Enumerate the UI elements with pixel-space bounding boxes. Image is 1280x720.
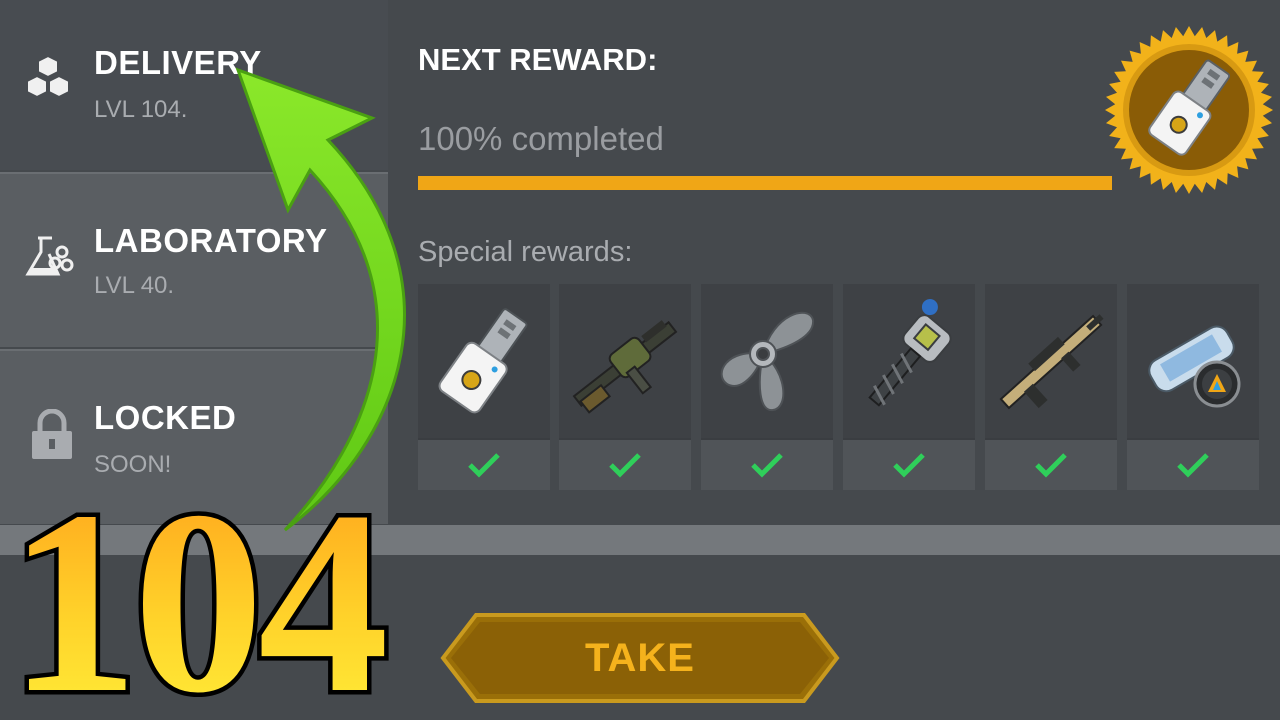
sidebar-item-label: LOCKED	[94, 399, 237, 436]
special-reward-slot[interactable]	[843, 284, 975, 490]
next-reward-heading: NEXT REWARD:	[418, 42, 658, 77]
sidebar-item-sublabel: LVL 104.	[94, 96, 188, 123]
rifle-icon	[999, 314, 1104, 410]
keycard-icon	[438, 308, 528, 414]
drill-icon	[868, 299, 952, 407]
blueprint-scroll-icon	[1148, 325, 1241, 408]
lock-icon	[32, 409, 72, 459]
checkmark-icon	[893, 453, 925, 478]
special-reward-slot[interactable]	[559, 284, 691, 490]
special-reward-slot[interactable]	[418, 284, 550, 490]
special-reward-slot[interactable]	[701, 284, 833, 490]
special-reward-slot[interactable]	[985, 284, 1117, 490]
level-number-overlay: 104	[4, 468, 396, 720]
checkmark-icon	[609, 453, 641, 478]
level-number: 104	[8, 468, 385, 720]
flask-icon	[25, 236, 74, 276]
checkmark-icon	[1035, 453, 1067, 478]
checkmark-icon	[1177, 453, 1209, 478]
progress-bar-fill	[418, 176, 1112, 190]
special-rewards-label: Special rewards:	[418, 236, 633, 268]
next-reward-medal[interactable]	[1104, 10, 1274, 210]
progress-bar	[418, 176, 1112, 190]
special-reward-slot[interactable]	[1127, 284, 1259, 490]
take-button[interactable]: TAKE	[440, 612, 840, 704]
propeller-icon	[720, 311, 815, 412]
sidebar-item-sublabel: LVL 40.	[94, 272, 175, 299]
checkmark-icon	[468, 453, 500, 478]
grenade-launcher-icon	[572, 320, 678, 414]
checkmark-icon	[751, 453, 783, 478]
boxes-icon	[26, 54, 70, 99]
progress-text: 100% completed	[418, 120, 664, 157]
